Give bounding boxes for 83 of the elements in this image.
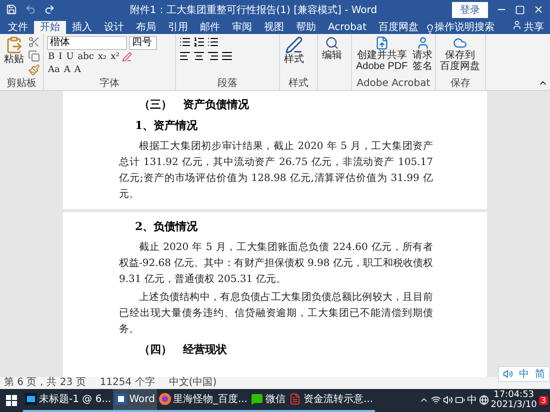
section-heading: （三） 资产负债情况 <box>138 96 250 113</box>
group-label: Adobe Acrobat <box>356 78 432 90</box>
login-button[interactable]: 登录 <box>452 2 488 18</box>
clipboard-icon <box>5 36 23 54</box>
font-size-field[interactable]: 四号 <box>129 36 157 50</box>
ribbon-tab[interactable]: 引用 <box>162 20 194 34</box>
scissors-icon[interactable] <box>28 36 40 48</box>
section-heading: （四） 经营现状 <box>138 342 228 358</box>
battery-icon[interactable] <box>454 395 465 406</box>
group-label: 剪贴板 <box>6 78 38 90</box>
format-button[interactable]: I <box>58 52 64 63</box>
clock[interactable]: 17:04:53 2021/3/10 <box>490 390 537 410</box>
notification-badge[interactable]: 3 <box>538 396 548 405</box>
acrobat-button[interactable]: 创建并共享 Adobe PDF <box>355 36 409 78</box>
align-center-icon[interactable] <box>193 50 205 62</box>
page-count: 第 6 页，共 23 页 <box>4 376 86 389</box>
format-painter-icon[interactable] <box>28 64 40 76</box>
redo-icon[interactable] <box>44 4 55 16</box>
font-button[interactable]: A <box>62 64 72 76</box>
numbered-list-icon[interactable] <box>193 36 205 48</box>
font-name-field[interactable]: 楷体 <box>47 36 127 50</box>
paragraph: 截止 2020 年 5 月，工大集团账面总负债 224.60 亿元，所有者权益-92.68 亿元。其中：有财产担保债权 9.98 亿元，职工和税收债权 9.31 亿元，普通债权 205.31 亿元。 <box>119 240 433 287</box>
ribbon-tab[interactable]: 文件 <box>2 20 34 34</box>
paste-button[interactable]: 粘贴 <box>3 36 25 78</box>
group-label: 样式 <box>288 78 310 90</box>
save-icon[interactable] <box>6 4 17 16</box>
pdf-icon <box>289 393 302 406</box>
copy-icon[interactable] <box>28 50 40 62</box>
ribbon-tab[interactable]: 插入 <box>66 20 98 34</box>
ribbon-tab[interactable]: 审阅 <box>226 20 258 34</box>
format-button[interactable]: abc <box>76 52 95 63</box>
acrobat-button[interactable]: 请求 签名 <box>412 36 434 78</box>
paragraph: 根据工大集团初步审计结果，截止 2020 年 5 月，工大集团资产总计 131.92 亿元，其中流动资产 26.75 亿元，非流动资产 105.17 亿元;资产的市场评估价值为 128.98 亿元,清算评估价值为 31.99 亿元。 <box>119 140 433 202</box>
align-right-icon[interactable] <box>207 50 219 62</box>
globe-icon[interactable] <box>478 395 489 406</box>
taskbar-app[interactable]: 里海怪物_百度... <box>156 388 250 412</box>
ribbon-tab[interactable]: 开始 <box>34 20 66 34</box>
format-button[interactable]: x² <box>110 52 120 63</box>
taskbar-app[interactable]: 微信 <box>249 388 288 412</box>
window-title: 附件1：工大集团重整可行性报告(1) [兼容模式] - Word <box>128 4 378 17</box>
ribbon-tab[interactable]: 设计 <box>98 20 130 34</box>
format-button[interactable]: U <box>65 52 75 63</box>
group-label: 保存 <box>450 78 472 90</box>
ribbon-tab[interactable]: 邮件 <box>194 20 226 34</box>
ribbon-tab[interactable]: Acrobat <box>322 20 373 34</box>
taskbar-app[interactable]: 资金流转示意... <box>287 388 376 412</box>
windows-start-icon[interactable] <box>6 394 17 406</box>
align-left-icon[interactable] <box>179 50 191 62</box>
justify-icon[interactable] <box>221 50 233 62</box>
paragraph: 上述负债结构中，有息负债占工大集团负债总额比例较大，且目前已经出现大量债务违约、信贷融资逾期，工大集团已不能清偿到期债务。 <box>119 290 433 337</box>
group-label: 段落 <box>216 78 238 90</box>
ribbon-tab[interactable]: 帮助 <box>290 20 322 34</box>
format-button[interactable]: x₂ <box>96 52 108 63</box>
styles-button[interactable]: 样式 <box>283 36 305 78</box>
format-button[interactable]: B <box>47 52 56 63</box>
ribbon-tab[interactable]: 百度网盘 <box>372 20 425 34</box>
group-label: 字体 <box>98 78 120 90</box>
search-icon <box>325 36 339 50</box>
share-button[interactable]: 共享 <box>524 20 544 34</box>
chat-icon <box>251 393 264 406</box>
close-icon[interactable] <box>533 4 544 16</box>
taskbar-app[interactable]: Word <box>113 388 157 412</box>
ribbon-tab[interactable]: 布局 <box>130 20 162 34</box>
browser-icon <box>158 393 171 406</box>
tell-me-search[interactable]: 操作说明搜索 <box>434 20 495 34</box>
font-button[interactable]: Aa <box>47 64 61 76</box>
subheading: 1、资产情况 <box>134 118 199 134</box>
ribbon-tab[interactable]: 视图 <box>258 20 290 34</box>
save-to-cloud-button[interactable]: 保存到 百度网盘 <box>439 36 481 78</box>
edit-button[interactable]: 编辑 <box>321 36 343 90</box>
subheading: 2、负债情况 <box>134 218 199 235</box>
ime-indicator[interactable]: 中 <box>466 393 477 408</box>
ime-option[interactable]: 简 <box>535 367 545 381</box>
cloud-icon <box>453 36 467 50</box>
ime-option[interactable]: 中 <box>519 367 529 381</box>
maximize-icon[interactable] <box>515 4 525 15</box>
font-button[interactable]: A <box>73 64 82 76</box>
language: 中文(中国) <box>168 376 217 389</box>
user-icon <box>416 36 430 50</box>
word-count: 11254 个字 <box>100 376 155 389</box>
undo-icon[interactable] <box>25 4 36 16</box>
volume-icon[interactable] <box>442 395 453 406</box>
file-upload-icon <box>374 36 389 50</box>
